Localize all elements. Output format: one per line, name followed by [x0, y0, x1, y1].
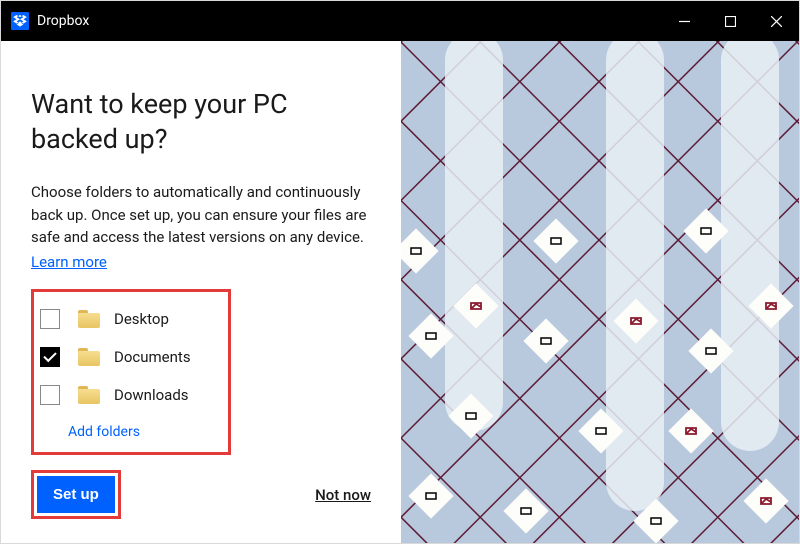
- checkbox-downloads[interactable]: [40, 385, 60, 405]
- checkbox-desktop[interactable]: [40, 309, 60, 329]
- folder-label: Documents: [114, 348, 191, 366]
- window-title: Dropbox: [37, 13, 89, 29]
- page-description: Choose folders to automatically and cont…: [31, 181, 371, 249]
- folder-icon: [78, 310, 100, 328]
- folder-row-downloads[interactable]: Downloads: [40, 376, 218, 414]
- add-folders-link[interactable]: Add folders: [40, 414, 218, 440]
- folder-row-documents[interactable]: Documents: [40, 338, 218, 376]
- checkbox-documents[interactable]: [40, 347, 60, 367]
- folder-label: Desktop: [114, 310, 169, 328]
- folder-label: Downloads: [114, 386, 189, 404]
- folder-row-desktop[interactable]: Desktop: [40, 300, 218, 338]
- left-panel: Want to keep your PC backed up? Choose f…: [1, 41, 401, 543]
- learn-more-link[interactable]: Learn more: [31, 253, 371, 271]
- not-now-link[interactable]: Not now: [315, 486, 371, 504]
- folder-icon: [78, 386, 100, 404]
- decorative-illustration: [401, 41, 799, 543]
- close-button[interactable]: [753, 1, 799, 41]
- maximize-button[interactable]: [707, 1, 753, 41]
- titlebar: Dropbox: [1, 1, 799, 41]
- setup-highlight: Set up: [31, 470, 121, 519]
- setup-button[interactable]: Set up: [37, 476, 115, 513]
- dropbox-logo-icon: [11, 12, 29, 30]
- bottom-actions: Set up Not now: [31, 470, 371, 519]
- page-heading: Want to keep your PC backed up?: [31, 87, 371, 157]
- content-area: Want to keep your PC backed up? Choose f…: [1, 41, 799, 543]
- folder-selection-box: Desktop Documents Downloads Add folders: [31, 289, 231, 455]
- folder-icon: [78, 348, 100, 366]
- illustration-panel: [401, 41, 799, 543]
- minimize-button[interactable]: [661, 1, 707, 41]
